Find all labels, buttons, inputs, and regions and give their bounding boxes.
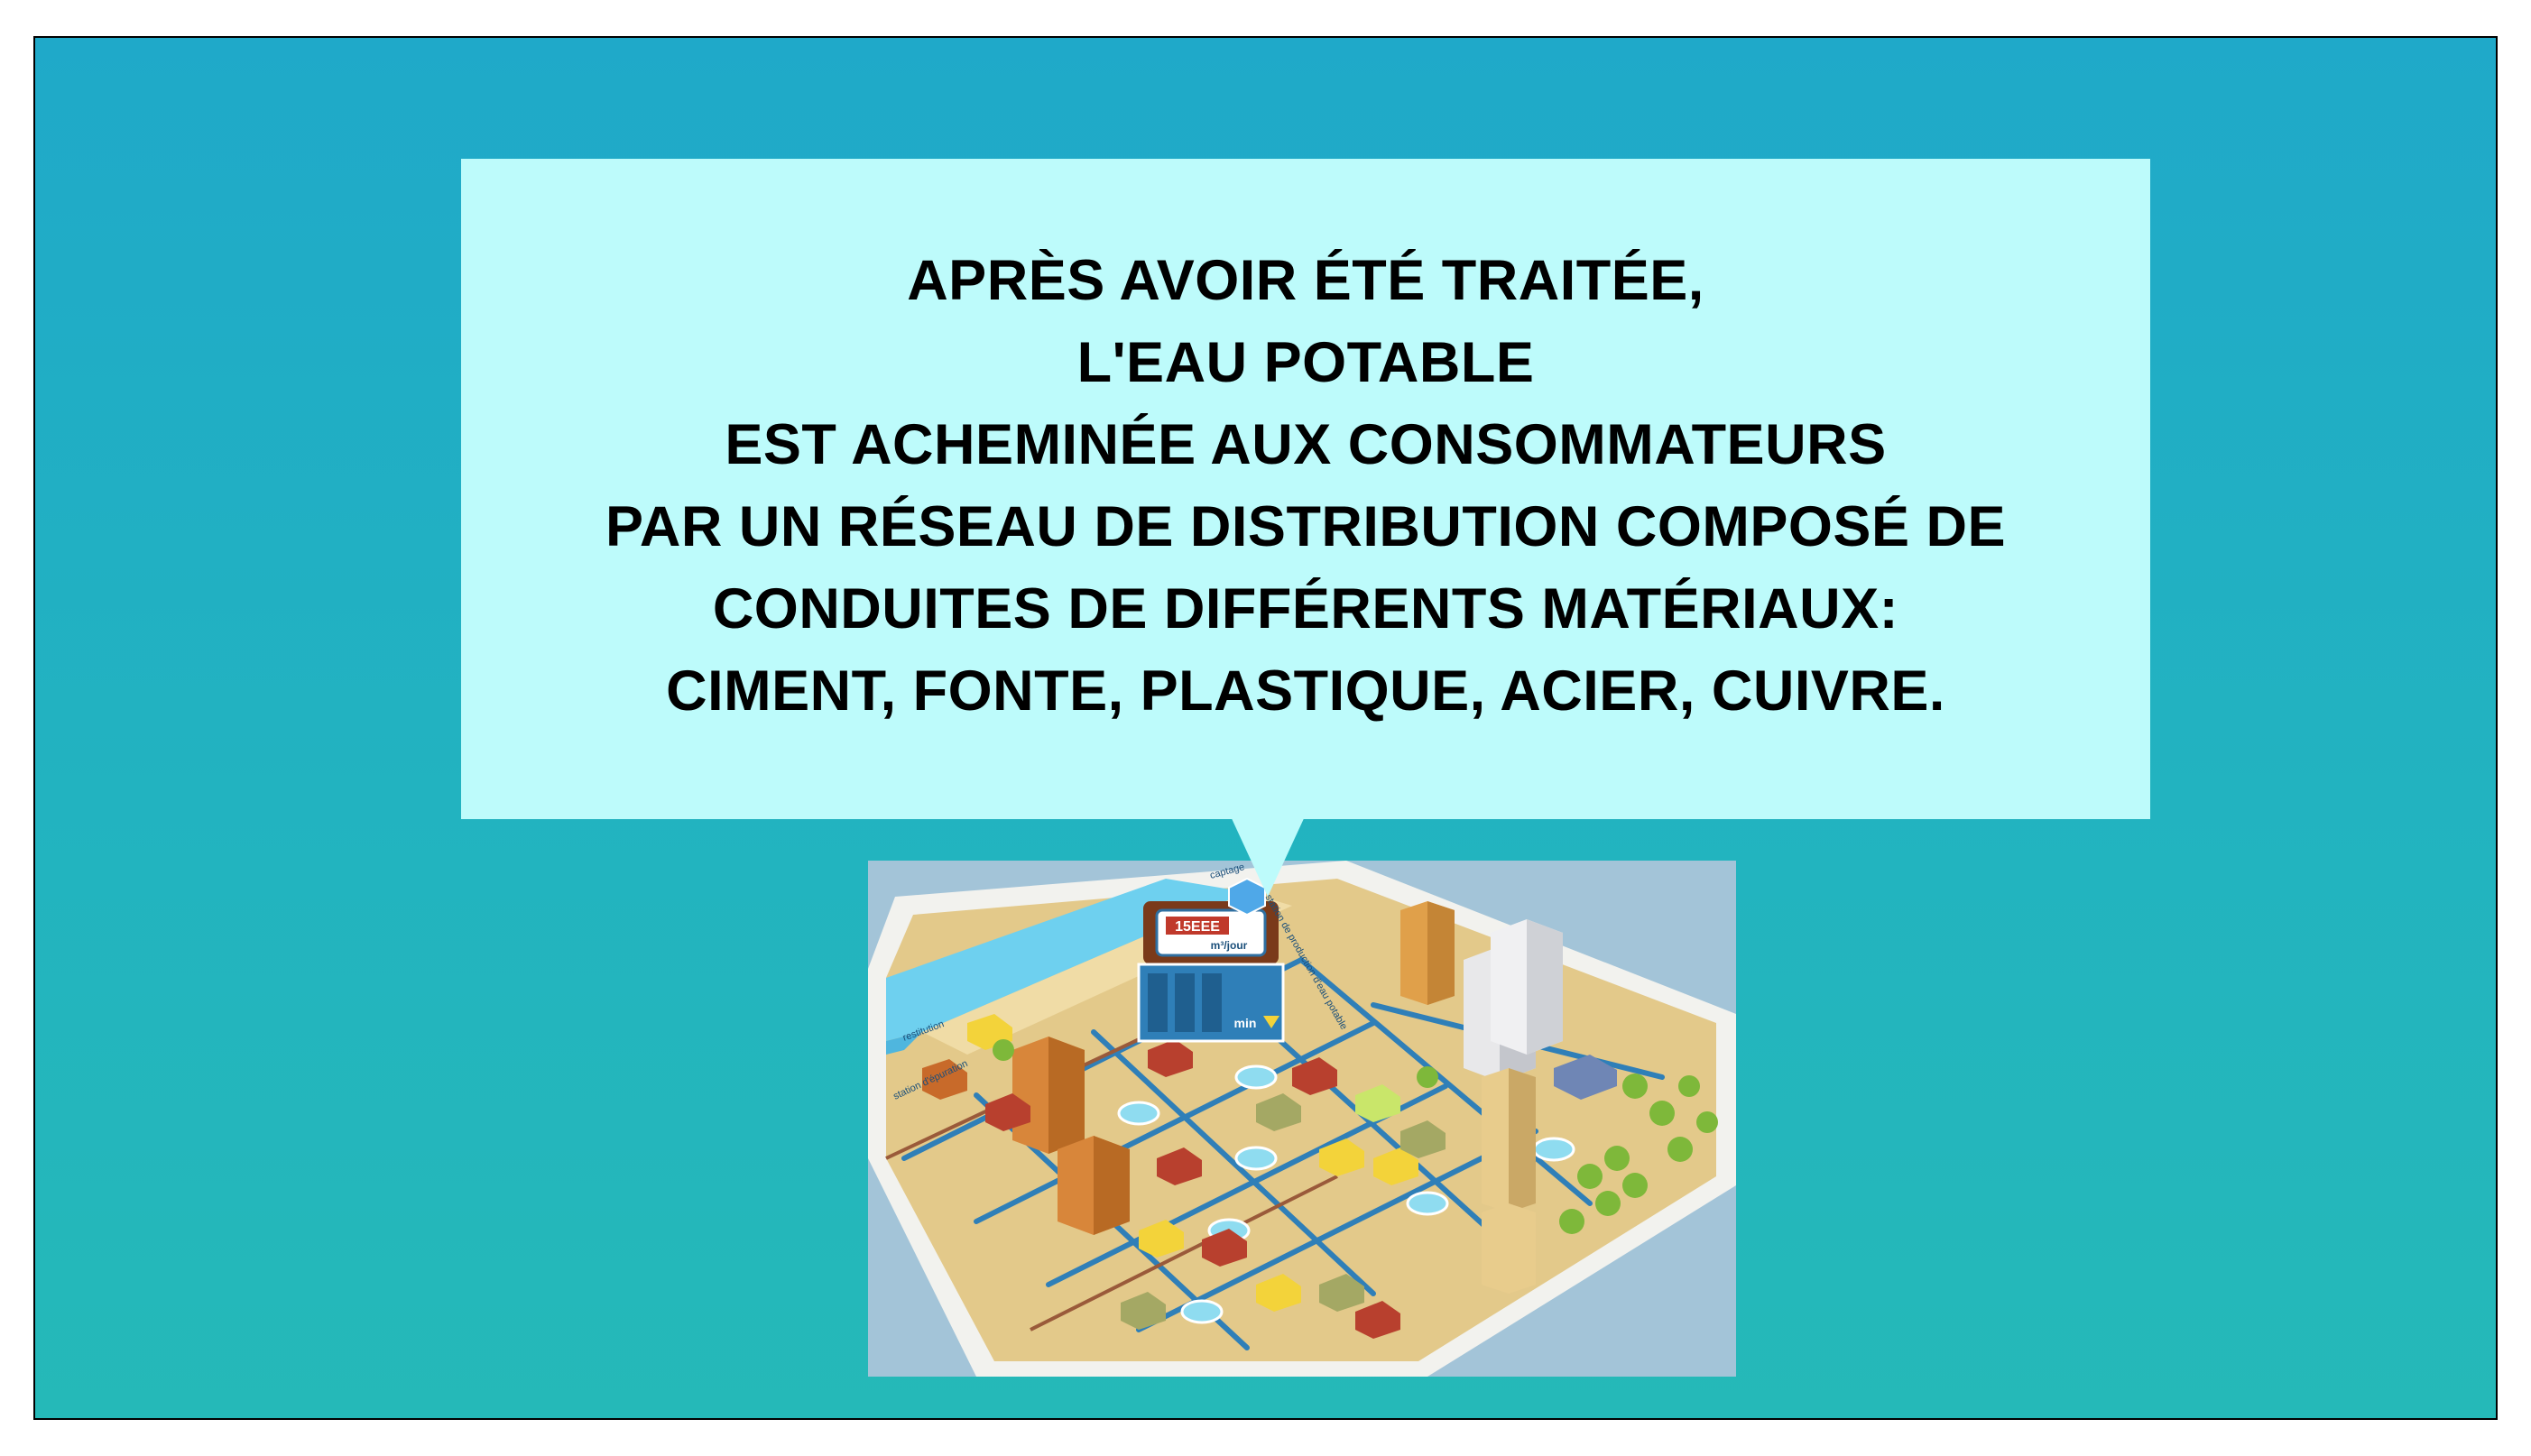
svg-text:min: min: [1234, 1016, 1257, 1030]
water-meter-icon: 15EEE m³/jour min: [1137, 901, 1285, 1043]
bubble-line-4: PAR UN RÉSEAU DE DISTRIBUTION COMPOSÉ DE: [605, 495, 2006, 558]
slide: APRÈS AVOIR ÉTÉ TRAITÉE, L'EAU POTABLE E…: [33, 36, 2498, 1420]
bubble-line-1: APRÈS AVOIR ÉTÉ TRAITÉE,: [907, 249, 1704, 312]
speech-bubble-tail: [1214, 779, 1322, 897]
city-water-network-illustration: 15EEE m³/jour min restitution captage st…: [868, 861, 1736, 1377]
bubble-line-5: CONDUITES DE DIFFÉRENTS MATÉRIAUX:: [712, 577, 1899, 640]
bubble-line-2: L'EAU POTABLE: [1076, 331, 1535, 394]
bubble-line-3: EST ACHEMINÉE AUX CONSOMMATEURS: [725, 413, 1887, 476]
speech-bubble: APRÈS AVOIR ÉTÉ TRAITÉE, L'EAU POTABLE E…: [461, 159, 2150, 819]
bubble-text: APRÈS AVOIR ÉTÉ TRAITÉE, L'EAU POTABLE E…: [461, 240, 2150, 733]
svg-text:15EEE: 15EEE: [1175, 919, 1220, 935]
svg-text:m³/jour: m³/jour: [1211, 939, 1248, 952]
bubble-line-6: CIMENT, FONTE, PLASTIQUE, ACIER, CUIVRE.: [666, 659, 1945, 723]
